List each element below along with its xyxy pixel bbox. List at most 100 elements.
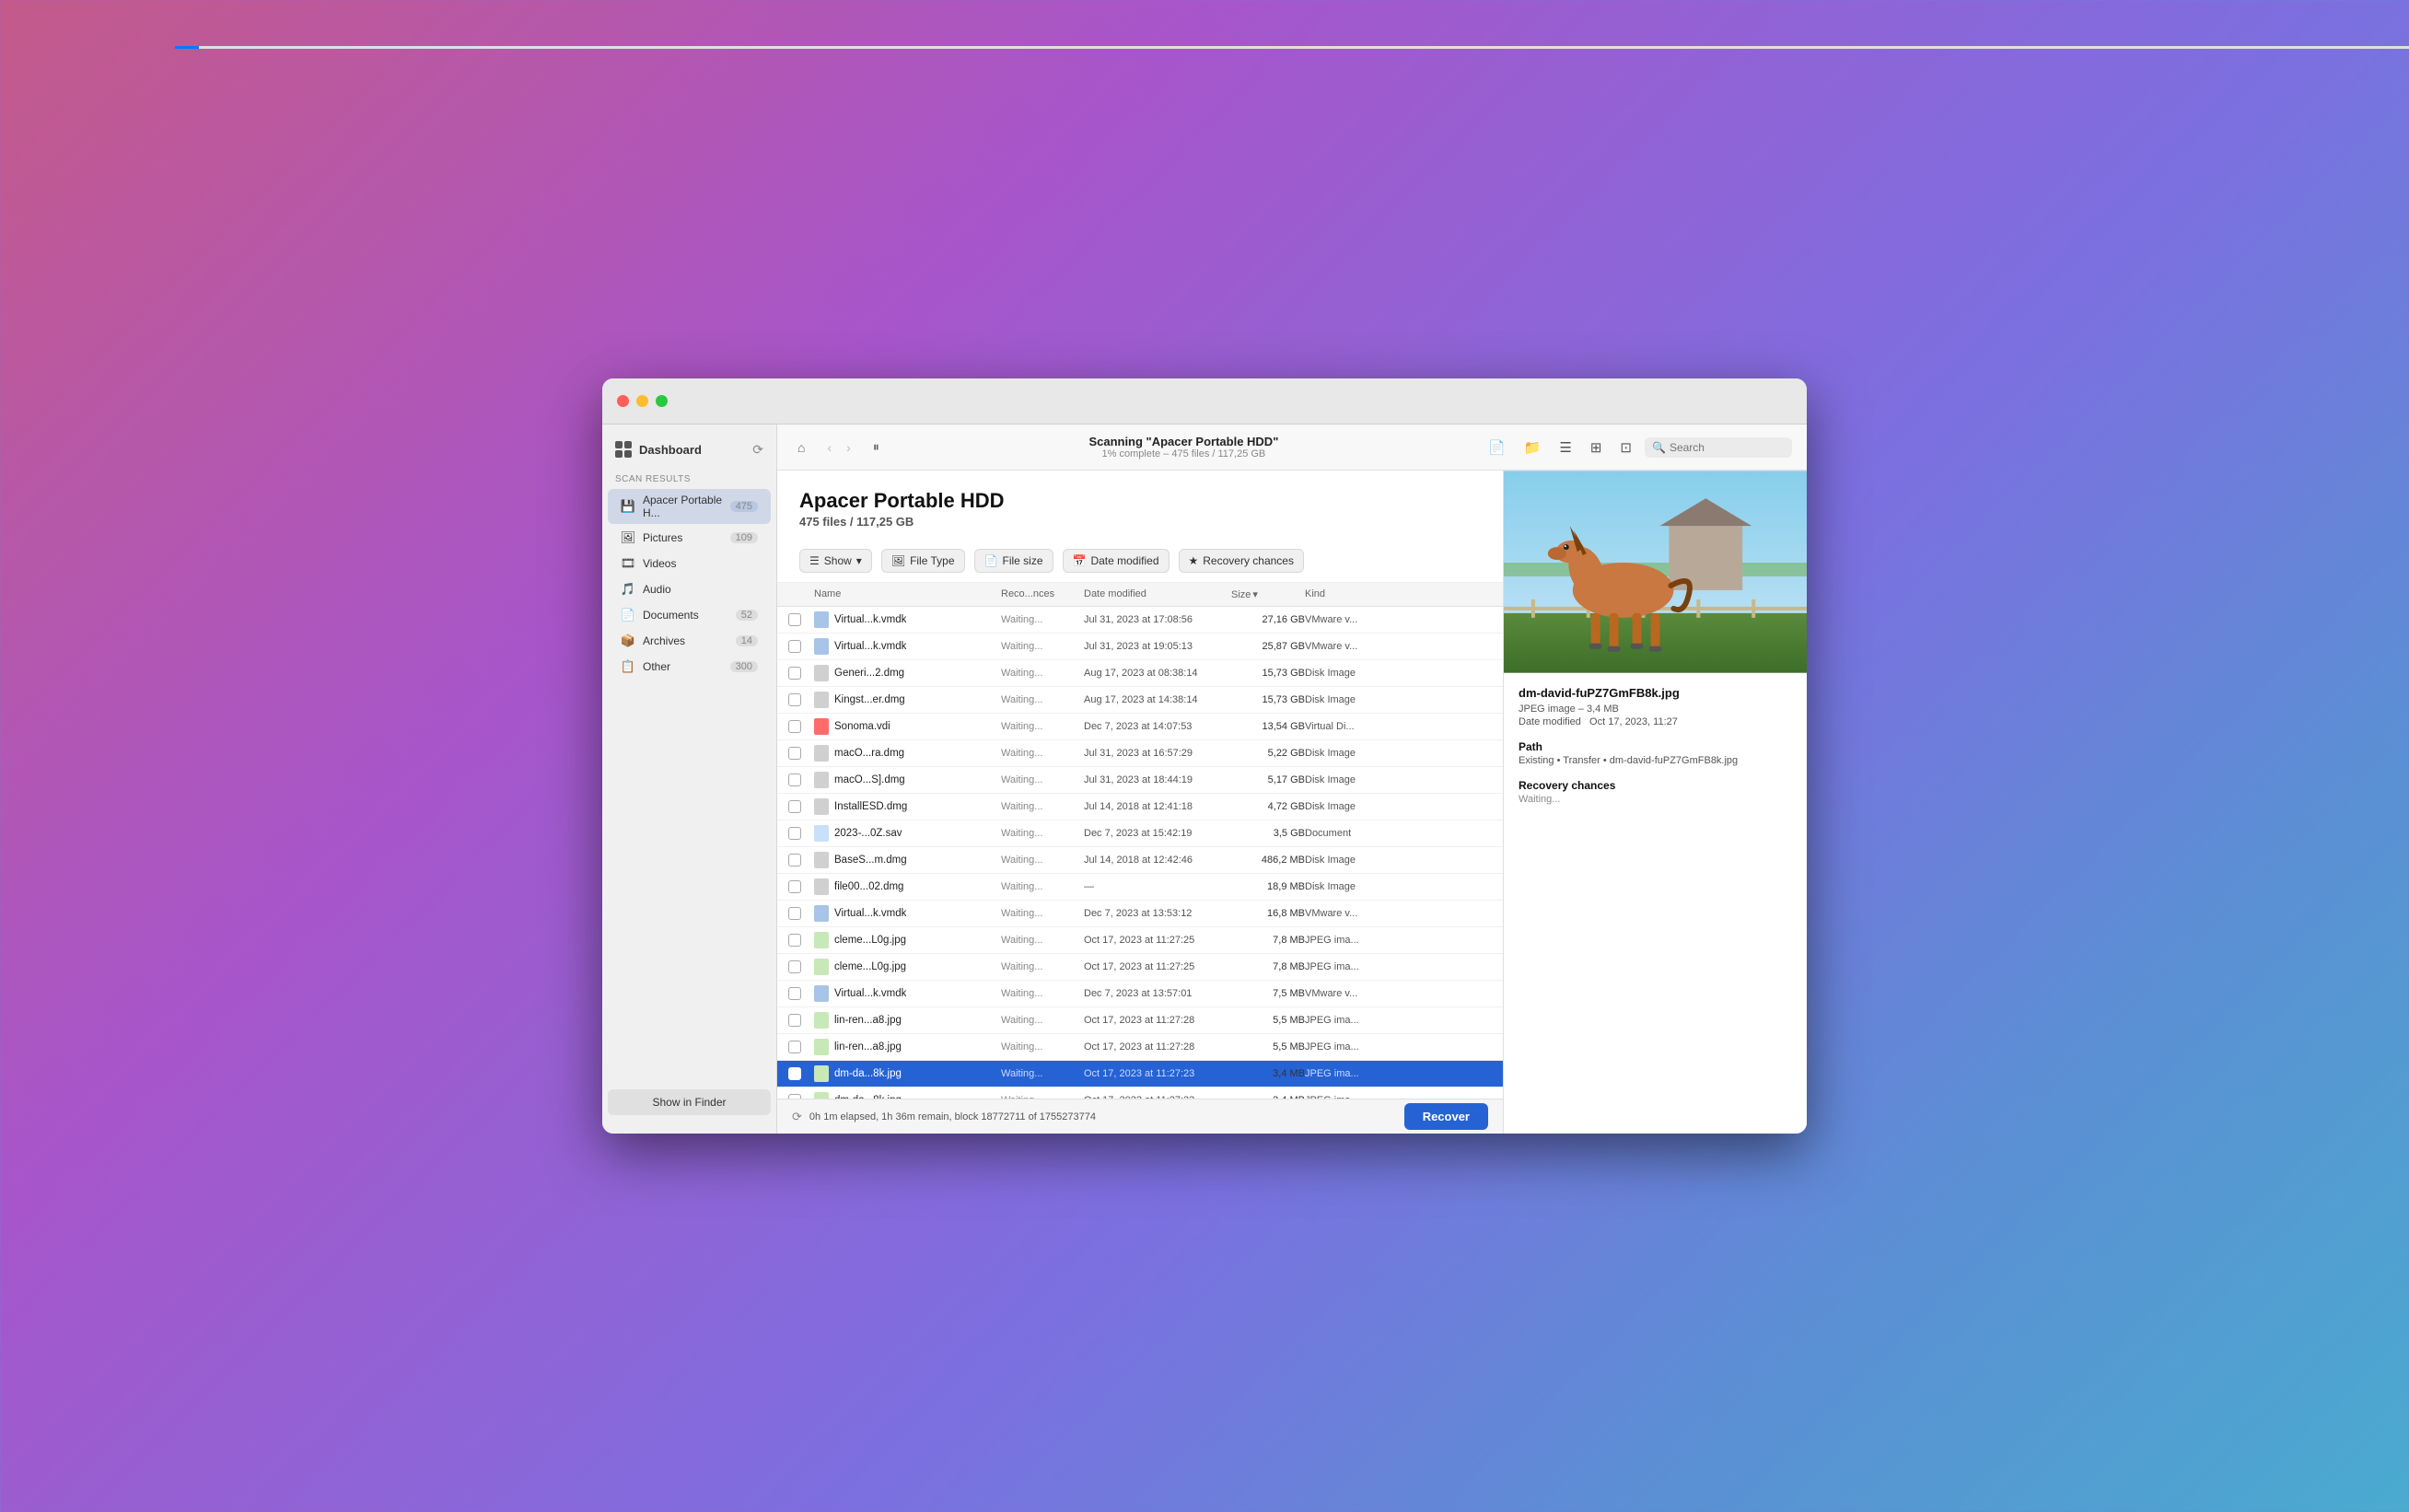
table-row[interactable]: lin-ren...a8.jpgWaiting...Oct 17, 2023 a… bbox=[777, 1034, 1503, 1061]
preview-recovery-status: Waiting... bbox=[1519, 794, 1792, 805]
search-input[interactable] bbox=[1670, 441, 1780, 454]
file-kind: VMware v... bbox=[1305, 908, 1492, 919]
row-checkbox[interactable] bbox=[788, 880, 801, 893]
sort-icon: ▾ bbox=[1252, 588, 1258, 600]
table-row[interactable]: cleme...L0g.jpgWaiting...Oct 17, 2023 at… bbox=[777, 927, 1503, 954]
file-kind: Disk Image bbox=[1305, 774, 1492, 785]
file-type-icon bbox=[814, 1012, 829, 1029]
sidebar-item-audio[interactable]: 🎵 Audio bbox=[608, 577, 771, 601]
row-checkbox[interactable] bbox=[788, 747, 801, 760]
row-checkbox[interactable] bbox=[788, 987, 801, 1000]
header-date: Date modified bbox=[1084, 588, 1231, 600]
file-kind: Disk Image bbox=[1305, 801, 1492, 812]
sidebar-item-archives[interactable]: 📦 Archives 14 bbox=[608, 629, 771, 653]
sidebar-toggle-button[interactable]: ⊡ bbox=[1614, 436, 1637, 459]
recover-button[interactable]: Recover bbox=[1404, 1103, 1488, 1130]
file-size-label: File size bbox=[1002, 554, 1042, 567]
preview-filename: dm-david-fuPZ7GmFB8k.jpg bbox=[1519, 686, 1792, 700]
sidebar-item-apacer[interactable]: 💾 Apacer Portable H... 475 bbox=[608, 489, 771, 524]
folder-view-button[interactable]: 📁 bbox=[1519, 436, 1547, 459]
table-row[interactable]: Kingst...er.dmgWaiting...Aug 17, 2023 at… bbox=[777, 687, 1503, 714]
row-checkbox[interactable] bbox=[788, 1041, 801, 1053]
status-bar: ⟳ 0h 1m elapsed, 1h 36m remain, block 18… bbox=[777, 1099, 1503, 1134]
search-bar: 🔍 bbox=[1645, 437, 1792, 458]
row-checkbox[interactable] bbox=[788, 640, 801, 653]
sidebar-item-documents[interactable]: 📄 Documents 52 bbox=[608, 603, 771, 627]
maximize-button[interactable] bbox=[656, 395, 668, 407]
back-button[interactable]: ‹ bbox=[821, 436, 837, 459]
file-kind: JPEG ima... bbox=[1305, 935, 1492, 946]
row-checkbox[interactable] bbox=[788, 720, 801, 733]
forward-button[interactable]: › bbox=[841, 436, 856, 459]
videos-icon: 🎞 bbox=[621, 556, 635, 571]
row-checkbox[interactable] bbox=[788, 1014, 801, 1027]
sidebar-item-other[interactable]: 📋 Other 300 bbox=[608, 655, 771, 679]
file-size: 5,17 GB bbox=[1231, 774, 1305, 785]
dashboard-label[interactable]: Dashboard bbox=[639, 443, 702, 457]
file-size-filter-button[interactable]: 📄 File size bbox=[974, 549, 1053, 573]
table-header: Name Reco...nces Date modified Size ▾ Ki… bbox=[777, 583, 1503, 607]
file-name-cell: Generi...2.dmg bbox=[814, 665, 1001, 681]
file-size: 486,2 MB bbox=[1231, 855, 1305, 866]
file-type-filter-button[interactable]: 🖼 File Type bbox=[881, 549, 965, 573]
other-icon: 📋 bbox=[621, 659, 635, 674]
home-button[interactable]: ⌂ bbox=[792, 436, 810, 459]
row-checkbox[interactable] bbox=[788, 960, 801, 973]
row-checkbox[interactable] bbox=[788, 854, 801, 866]
table-row[interactable]: Virtual...k.vmdkWaiting...Jul 31, 2023 a… bbox=[777, 634, 1503, 660]
row-checkbox[interactable] bbox=[788, 693, 801, 706]
file-date: Dec 7, 2023 at 13:53:12 bbox=[1084, 908, 1231, 919]
grid-view-button[interactable]: ⊞ bbox=[1585, 436, 1608, 459]
file-name-cell: lin-ren...a8.jpg bbox=[814, 1012, 1001, 1029]
sidebar-item-videos[interactable]: 🎞 Videos bbox=[608, 552, 771, 576]
table-row[interactable]: 2023-...0Z.savWaiting...Dec 7, 2023 at 1… bbox=[777, 820, 1503, 847]
file-recs: Waiting... bbox=[1001, 1015, 1084, 1026]
row-checkbox[interactable] bbox=[788, 800, 801, 813]
table-row[interactable]: Sonoma.vdiWaiting...Dec 7, 2023 at 14:07… bbox=[777, 714, 1503, 740]
row-checkbox[interactable] bbox=[788, 613, 801, 626]
table-row[interactable]: InstallESD.dmgWaiting...Jul 14, 2018 at … bbox=[777, 794, 1503, 820]
table-row[interactable]: Virtual...k.vmdkWaiting...Dec 7, 2023 at… bbox=[777, 901, 1503, 927]
file-kind: Disk Image bbox=[1305, 668, 1492, 679]
list-view-button[interactable]: ☰ bbox=[1554, 436, 1577, 459]
table-row[interactable]: macO...ra.dmgWaiting...Jul 31, 2023 at 1… bbox=[777, 740, 1503, 767]
row-checkbox[interactable] bbox=[788, 934, 801, 947]
scanning-info: Scanning "Apacer Portable HDD" 1% comple… bbox=[896, 435, 1472, 459]
date-modified-filter-button[interactable]: 📅 Date modified bbox=[1063, 549, 1170, 573]
minimize-button[interactable] bbox=[636, 395, 648, 407]
row-checkbox[interactable] bbox=[788, 907, 801, 920]
file-type-icon bbox=[814, 932, 829, 948]
table-row[interactable]: cleme...L0g.jpgWaiting...Oct 17, 2023 at… bbox=[777, 954, 1503, 981]
table-row[interactable]: lin-ren...a8.jpgWaiting...Oct 17, 2023 a… bbox=[777, 1007, 1503, 1034]
file-name-cell: InstallESD.dmg bbox=[814, 798, 1001, 815]
table-row[interactable]: dm-da...8k.jpgWaiting...Oct 17, 2023 at … bbox=[777, 1087, 1503, 1099]
table-row[interactable]: Virtual...k.vmdkWaiting...Dec 7, 2023 at… bbox=[777, 981, 1503, 1007]
scanning-title: Scanning "Apacer Portable HDD" bbox=[1088, 435, 1278, 448]
file-name-cell: dm-da...8k.jpg bbox=[814, 1065, 1001, 1082]
sidebar: Dashboard ⟳ Scan results 💾 Apacer Portab… bbox=[602, 425, 777, 1134]
pause-button[interactable]: ⏸ bbox=[867, 436, 885, 459]
row-checkbox[interactable] bbox=[788, 667, 801, 680]
file-date: Jul 31, 2023 at 17:08:56 bbox=[1084, 614, 1231, 625]
row-checkbox[interactable] bbox=[788, 827, 801, 840]
table-row[interactable]: macO...S].dmgWaiting...Jul 31, 2023 at 1… bbox=[777, 767, 1503, 794]
file-type-icon bbox=[814, 745, 829, 762]
sidebar-item-pictures[interactable]: 🖼 Pictures 109 bbox=[608, 526, 771, 550]
file-view-button[interactable]: 📄 bbox=[1483, 436, 1511, 459]
recovery-chances-filter-button[interactable]: ★ Recovery chances bbox=[1179, 549, 1304, 573]
row-checkbox[interactable] bbox=[788, 773, 801, 786]
close-button[interactable] bbox=[617, 395, 629, 407]
show-in-finder-button[interactable]: Show in Finder bbox=[608, 1089, 771, 1115]
file-recs: Waiting... bbox=[1001, 1041, 1084, 1053]
header-size[interactable]: Size ▾ bbox=[1231, 588, 1305, 600]
row-checkbox[interactable] bbox=[788, 1067, 801, 1080]
file-name-cell: Sonoma.vdi bbox=[814, 718, 1001, 735]
scan-results-label: Scan results bbox=[602, 471, 776, 488]
table-row[interactable]: file00...02.dmgWaiting...—18,9 MBDisk Im… bbox=[777, 874, 1503, 901]
show-filter-button[interactable]: ☰ Show ▾ bbox=[799, 549, 872, 573]
table-row[interactable]: BaseS...m.dmgWaiting...Jul 14, 2018 at 1… bbox=[777, 847, 1503, 874]
table-row[interactable]: Generi...2.dmgWaiting...Aug 17, 2023 at … bbox=[777, 660, 1503, 687]
table-row[interactable]: dm-da...8k.jpgWaiting...Oct 17, 2023 at … bbox=[777, 1061, 1503, 1087]
table-row[interactable]: Virtual...k.vmdkWaiting...Jul 31, 2023 a… bbox=[777, 607, 1503, 634]
file-date: Jul 31, 2023 at 16:57:29 bbox=[1084, 748, 1231, 759]
